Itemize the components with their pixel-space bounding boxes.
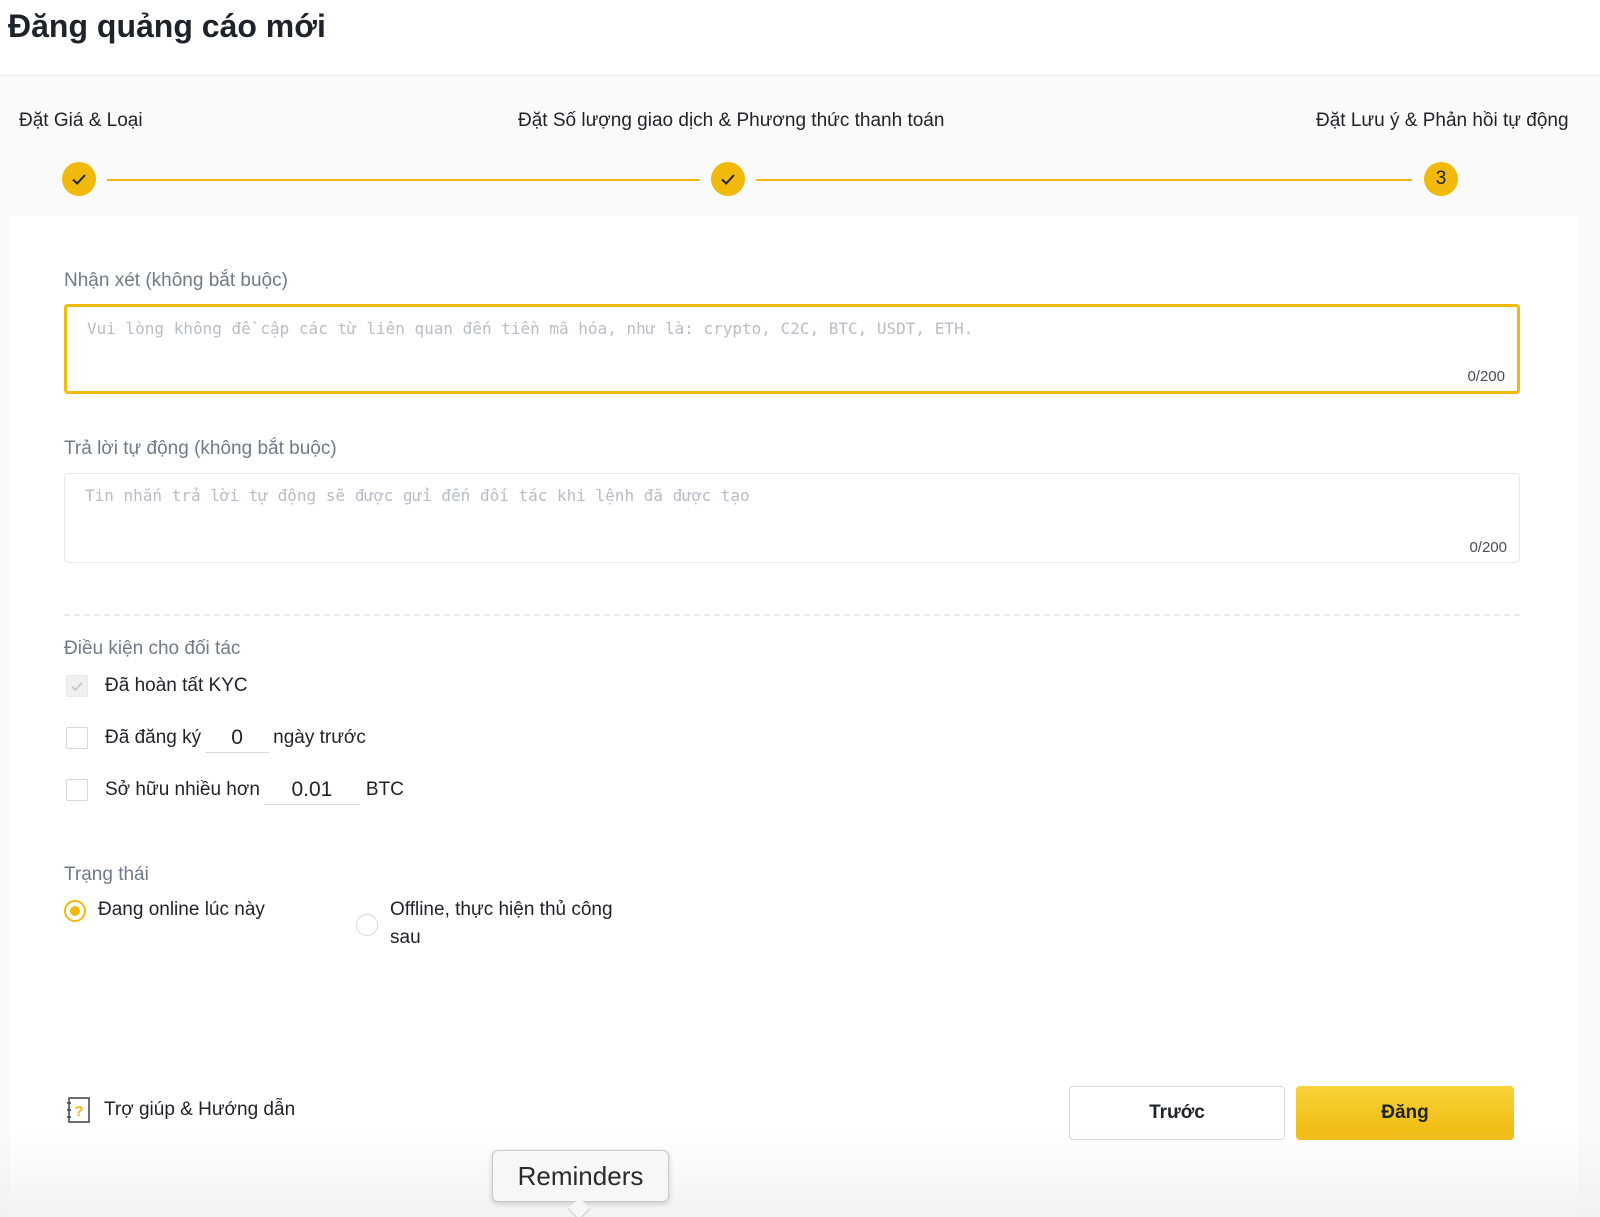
holding-suffix: BTC	[365, 779, 404, 800]
reminders-tooltip: Reminders	[492, 1150, 669, 1202]
offline-radio[interactable]	[356, 914, 378, 936]
registered-checkbox[interactable]	[66, 727, 88, 749]
step-1-label: Đặt Giá & Loại	[19, 110, 143, 131]
svg-text:?: ?	[74, 1103, 83, 1120]
holding-prefix: Sở hữu nhiều hơn	[105, 779, 260, 800]
remarks-input[interactable]	[87, 319, 1467, 359]
condition-kyc: Đã hoàn tất KYC	[66, 669, 248, 703]
status-label: Trạng thái	[64, 864, 149, 885]
holding-checkbox[interactable]	[66, 779, 88, 801]
step-1-check-icon	[62, 162, 96, 196]
registered-prefix: Đã đăng ký	[105, 727, 202, 748]
registered-days-input[interactable]	[205, 723, 270, 753]
help-guide-label: Trợ giúp & Hướng dẫn	[104, 1099, 296, 1120]
reminders-tooltip-text: Reminders	[517, 1160, 644, 1191]
section-divider	[64, 614, 1520, 616]
step-3-number-text: 3	[1435, 168, 1447, 189]
remarks-label: Nhận xét (không bắt buộc)	[64, 270, 288, 291]
kyc-label: Đã hoàn tất KYC	[105, 675, 248, 696]
step-3-number: 3	[1424, 162, 1458, 196]
remarks-field[interactable]: 0/200	[64, 304, 1520, 394]
status-offline-option[interactable]: Offline, thực hiện thủ công sau	[356, 896, 613, 952]
status-online-option[interactable]: Đang online lúc này	[64, 896, 265, 924]
holding-amount-input[interactable]	[263, 775, 360, 805]
step-connector-2	[756, 179, 1412, 181]
auto-reply-field[interactable]: 0/200	[64, 473, 1520, 563]
online-label: Đang online lúc này	[98, 899, 265, 920]
conditions-label: Điều kiện cho đối tác	[64, 638, 241, 659]
step-2-label: Đặt Số lượng giao dịch & Phương thức tha…	[518, 110, 945, 131]
condition-registered: Đã đăng ký ngày trước	[66, 721, 366, 755]
auto-reply-input[interactable]	[85, 486, 1465, 526]
offline-label: Offline, thực hiện thủ công sau	[390, 896, 613, 952]
form-card: Nhận xét (không bắt buộc) 0/200 Trả lời …	[10, 216, 1578, 1217]
condition-holding: Sở hữu nhiều hơn BTC	[66, 773, 404, 807]
auto-reply-label: Trả lời tự động (không bắt buộc)	[64, 438, 337, 459]
step-connector-1	[107, 179, 700, 181]
help-guide-icon: ?	[67, 1097, 90, 1123]
help-guide-link[interactable]: ? Trợ giúp & Hướng dẫn	[66, 1096, 295, 1124]
bottom-fade	[0, 1130, 1600, 1217]
kyc-checkbox	[66, 675, 88, 697]
remarks-counter: 0/200	[1467, 368, 1505, 385]
auto-reply-counter: 0/200	[1469, 539, 1507, 556]
offline-label-line2: sau	[390, 927, 421, 948]
stepper: Đặt Giá & Loại Đặt Số lượng giao dịch & …	[0, 76, 1600, 216]
step-2-check-icon	[711, 162, 745, 196]
online-radio[interactable]	[64, 900, 86, 922]
offline-label-line1: Offline, thực hiện thủ công	[390, 899, 613, 920]
page-title: Đăng quảng cáo mới	[8, 8, 326, 44]
registered-suffix: ngày trước	[273, 727, 366, 748]
page-header: Đăng quảng cáo mới	[0, 0, 1600, 76]
step-3-label: Đặt Lưu ý & Phản hồi tự động	[1316, 110, 1569, 131]
